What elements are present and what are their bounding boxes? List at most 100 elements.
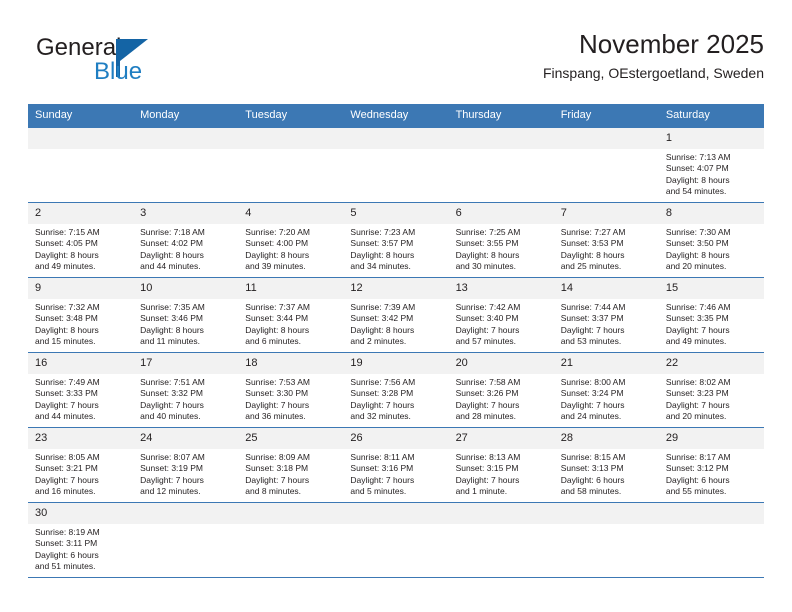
day-number: 24 bbox=[133, 428, 239, 449]
weekday-header-row: Sunday Monday Tuesday Wednesday Thursday… bbox=[28, 104, 764, 128]
sunrise-text: Sunrise: 8:19 AM bbox=[35, 527, 100, 537]
calendar-day-cell[interactable]: 5 Sunrise: 7:23 AM Sunset: 3:57 PM Daylight… bbox=[343, 202, 449, 278]
sunset-text: Sunset: 3:19 PM bbox=[140, 463, 203, 474]
day-number: 17 bbox=[133, 353, 239, 374]
page-subtitle: Finspang, OEstergoetland, Sweden bbox=[542, 65, 764, 81]
daylight-text-line1: Daylight: 7 hours bbox=[455, 474, 520, 485]
calendar-day-cell[interactable]: 21 Sunrise: 8:00 AM Sunset: 3:24 PM Dayligh… bbox=[553, 352, 659, 428]
sunrise-text: Sunrise: 7:18 AM bbox=[140, 227, 205, 237]
sunset-text: Sunset: 3:33 PM bbox=[35, 388, 98, 399]
calendar-day-cell[interactable]: 1 Sunrise: 7:13 AM Sunset: 4:07 PM Daylight… bbox=[658, 127, 764, 203]
day-number bbox=[238, 128, 344, 149]
sunrise-text: Sunrise: 7:32 AM bbox=[35, 302, 100, 312]
day-number: 20 bbox=[448, 353, 554, 374]
calendar-day-cell[interactable]: 11 Sunrise: 7:37 AM Sunset: 3:44 PM Dayligh… bbox=[238, 277, 344, 353]
day-number: 25 bbox=[238, 428, 344, 449]
day-number bbox=[133, 503, 239, 524]
daylight-text-line2: and 20 minutes. bbox=[665, 411, 727, 422]
weekday-header-friday: Friday bbox=[553, 104, 659, 128]
day-number: 8 bbox=[658, 203, 764, 224]
daylight-text-line1: Daylight: 7 hours bbox=[455, 399, 520, 410]
day-number: 28 bbox=[553, 428, 659, 449]
calendar-day-cell[interactable]: 25 Sunrise: 8:09 AM Sunset: 3:18 PM Dayligh… bbox=[238, 427, 344, 503]
calendar-day-cell[interactable]: 17 Sunrise: 7:51 AM Sunset: 3:32 PM Dayligh… bbox=[133, 352, 239, 428]
day-details: Sunrise: 7:42 AM Sunset: 3:40 PM Daylight:… bbox=[449, 299, 554, 348]
sunrise-text: Sunrise: 7:15 AM bbox=[35, 227, 100, 237]
calendar-day-cell[interactable]: 18 Sunrise: 7:53 AM Sunset: 3:30 PM Dayligh… bbox=[238, 352, 344, 428]
sunrise-text: Sunrise: 8:00 AM bbox=[560, 377, 626, 387]
calendar-day-cell[interactable]: 2 Sunrise: 7:15 AM Sunset: 4:05 PM Daylight… bbox=[28, 202, 134, 278]
sunset-text: Sunset: 3:15 PM bbox=[455, 463, 519, 474]
sunset-text: Sunset: 4:00 PM bbox=[245, 238, 309, 249]
calendar-day-cell-empty bbox=[553, 502, 659, 578]
day-details: Sunrise: 7:58 AM Sunset: 3:26 PM Daylight:… bbox=[449, 374, 554, 423]
daylight-text-line1: Daylight: 6 hours bbox=[35, 549, 99, 560]
day-number: 12 bbox=[343, 278, 449, 299]
calendar-page: General Blue November 2025 Finspang, OEs… bbox=[0, 0, 792, 612]
calendar-day-cell[interactable]: 3 Sunrise: 7:18 AM Sunset: 4:02 PM Daylight… bbox=[133, 202, 239, 278]
calendar-body: 1 Sunrise: 7:13 AM Sunset: 4:07 PM Daylight… bbox=[28, 127, 764, 578]
daylight-text-line2: and 1 minute. bbox=[455, 486, 508, 497]
calendar-day-cell[interactable]: 9 Sunrise: 7:32 AM Sunset: 3:48 PM Daylight… bbox=[28, 277, 134, 353]
calendar-day-cell[interactable]: 8 Sunrise: 7:30 AM Sunset: 3:50 PM Daylight… bbox=[658, 202, 764, 278]
day-number: 1 bbox=[658, 128, 764, 149]
logo-text-blue: Blue bbox=[94, 58, 143, 85]
sunrise-text: Sunrise: 7:35 AM bbox=[140, 302, 205, 312]
day-details: Sunrise: 7:15 AM Sunset: 4:05 PM Daylight:… bbox=[28, 224, 133, 273]
calendar-day-cell[interactable]: 15 Sunrise: 7:46 AM Sunset: 3:35 PM Dayligh… bbox=[658, 277, 764, 353]
sunset-text: Sunset: 3:24 PM bbox=[560, 388, 624, 399]
calendar-day-cell[interactable]: 28 Sunrise: 8:15 AM Sunset: 3:13 PM Dayligh… bbox=[553, 427, 659, 503]
day-details: Sunrise: 7:39 AM Sunset: 3:42 PM Daylight:… bbox=[343, 299, 448, 348]
calendar-day-cell[interactable]: 16 Sunrise: 7:49 AM Sunset: 3:33 PM Dayligh… bbox=[28, 352, 134, 428]
day-number bbox=[553, 503, 659, 524]
sunset-text: Sunset: 3:12 PM bbox=[665, 463, 729, 474]
daylight-text-line1: Daylight: 7 hours bbox=[350, 474, 415, 485]
sunrise-text: Sunrise: 8:02 AM bbox=[665, 377, 731, 387]
calendar-week-row: 9 Sunrise: 7:32 AM Sunset: 3:48 PM Daylight… bbox=[28, 277, 764, 353]
daylight-text-line1: Daylight: 7 hours bbox=[560, 324, 625, 335]
day-number: 22 bbox=[658, 353, 764, 374]
calendar-week-row: 1 Sunrise: 7:13 AM Sunset: 4:07 PM Daylight… bbox=[28, 127, 764, 203]
calendar-day-cell[interactable]: 22 Sunrise: 8:02 AM Sunset: 3:23 PM Dayligh… bbox=[658, 352, 764, 428]
calendar-day-cell-empty bbox=[238, 127, 344, 203]
calendar-day-cell[interactable]: 30 Sunrise: 8:19 AM Sunset: 3:11 PM Dayligh… bbox=[28, 502, 134, 578]
calendar-day-cell[interactable]: 10 Sunrise: 7:35 AM Sunset: 3:46 PM Dayligh… bbox=[133, 277, 239, 353]
sunrise-text: Sunrise: 7:13 AM bbox=[665, 152, 731, 162]
general-blue-logo: General Blue bbox=[36, 34, 226, 90]
calendar-week-row: 23 Sunrise: 8:05 AM Sunset: 3:21 PM Dayligh… bbox=[28, 427, 764, 503]
day-details: Sunrise: 7:25 AM Sunset: 3:55 PM Daylight:… bbox=[449, 224, 554, 273]
calendar-day-cell-empty bbox=[343, 502, 449, 578]
calendar-day-cell[interactable]: 23 Sunrise: 8:05 AM Sunset: 3:21 PM Dayligh… bbox=[28, 427, 134, 503]
daylight-text-line1: Daylight: 8 hours bbox=[665, 174, 730, 185]
calendar-day-cell[interactable]: 14 Sunrise: 7:44 AM Sunset: 3:37 PM Dayligh… bbox=[553, 277, 659, 353]
daylight-text-line2: and 36 minutes. bbox=[245, 411, 306, 422]
calendar-day-cell[interactable]: 26 Sunrise: 8:11 AM Sunset: 3:16 PM Dayligh… bbox=[343, 427, 449, 503]
calendar-day-cell[interactable]: 13 Sunrise: 7:42 AM Sunset: 3:40 PM Dayligh… bbox=[448, 277, 554, 353]
calendar-day-cell[interactable]: 29 Sunrise: 8:17 AM Sunset: 3:12 PM Dayligh… bbox=[658, 427, 764, 503]
calendar-day-cell[interactable]: 27 Sunrise: 8:13 AM Sunset: 3:15 PM Dayligh… bbox=[448, 427, 554, 503]
day-details: Sunrise: 7:32 AM Sunset: 3:48 PM Daylight:… bbox=[28, 299, 133, 348]
daylight-text-line2: and 25 minutes. bbox=[560, 261, 622, 272]
day-details: Sunrise: 7:35 AM Sunset: 3:46 PM Daylight:… bbox=[133, 299, 238, 348]
calendar-day-cell[interactable]: 20 Sunrise: 7:58 AM Sunset: 3:26 PM Dayligh… bbox=[448, 352, 554, 428]
daylight-text-line1: Daylight: 6 hours bbox=[665, 474, 730, 485]
sunrise-text: Sunrise: 7:39 AM bbox=[350, 302, 416, 312]
sunset-text: Sunset: 3:55 PM bbox=[455, 238, 519, 249]
calendar-day-cell[interactable]: 7 Sunrise: 7:27 AM Sunset: 3:53 PM Daylight… bbox=[553, 202, 659, 278]
calendar-day-cell[interactable]: 6 Sunrise: 7:25 AM Sunset: 3:55 PM Daylight… bbox=[448, 202, 554, 278]
daylight-text-line1: Daylight: 8 hours bbox=[140, 249, 204, 260]
sunset-text: Sunset: 3:30 PM bbox=[245, 388, 309, 399]
sunrise-text: Sunrise: 7:23 AM bbox=[350, 227, 416, 237]
daylight-text-line1: Daylight: 7 hours bbox=[140, 399, 204, 410]
calendar-day-cell[interactable]: 4 Sunrise: 7:20 AM Sunset: 4:00 PM Daylight… bbox=[238, 202, 344, 278]
title-block: November 2025 Finspang, OEstergoetland, … bbox=[543, 28, 764, 84]
calendar-day-cell[interactable]: 12 Sunrise: 7:39 AM Sunset: 3:42 PM Dayligh… bbox=[343, 277, 449, 353]
daylight-text-line2: and 6 minutes. bbox=[245, 336, 302, 347]
calendar-day-cell[interactable]: 19 Sunrise: 7:56 AM Sunset: 3:28 PM Dayligh… bbox=[343, 352, 449, 428]
calendar-day-cell[interactable]: 24 Sunrise: 8:07 AM Sunset: 3:19 PM Dayligh… bbox=[133, 427, 239, 503]
day-details: Sunrise: 8:19 AM Sunset: 3:11 PM Daylight:… bbox=[28, 524, 133, 573]
day-number: 30 bbox=[28, 503, 134, 524]
day-number bbox=[448, 128, 554, 149]
weekday-header-thursday: Thursday bbox=[448, 104, 554, 128]
daylight-text-line1: Daylight: 6 hours bbox=[560, 474, 625, 485]
